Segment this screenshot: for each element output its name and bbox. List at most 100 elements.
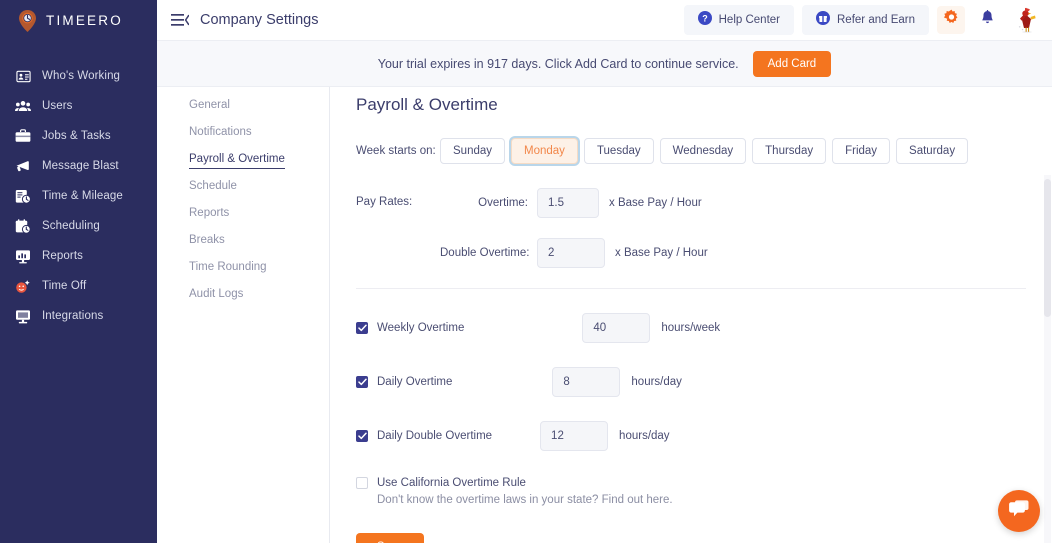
settings-menu-item-notifications[interactable]: Notifications bbox=[157, 119, 329, 146]
add-card-button[interactable]: Add Card bbox=[752, 50, 832, 77]
weekly-overtime-label: Weekly Overtime bbox=[377, 322, 465, 334]
california-overtime-checkbox[interactable] bbox=[356, 477, 368, 489]
brand-name: TIMEERO bbox=[46, 13, 123, 28]
app-root: TIMEERO Who's Working Users Jobs & Tasks… bbox=[0, 0, 1052, 543]
double-overtime-rate-label: Double Overtime: bbox=[440, 247, 530, 259]
trial-banner: Your trial expires in 917 days. Click Ad… bbox=[157, 41, 1052, 87]
daily-overtime-label: Daily Overtime bbox=[377, 376, 453, 388]
day-button-tuesday[interactable]: Tuesday bbox=[583, 138, 654, 164]
weekly-overtime-checkbox[interactable] bbox=[356, 322, 368, 334]
settings-menu-label: Schedule bbox=[189, 180, 237, 192]
california-rule-row: Use California Overtime Rule bbox=[356, 477, 1052, 489]
overtime-rate-label: Overtime: bbox=[478, 197, 528, 209]
chat-widget-button[interactable] bbox=[998, 490, 1040, 532]
daily-double-overtime-checkbox[interactable] bbox=[356, 430, 368, 442]
sidebar-item-jobs-tasks[interactable]: Jobs & Tasks bbox=[0, 121, 157, 151]
california-overtime-note[interactable]: Don't know the overtime laws in your sta… bbox=[377, 494, 1052, 506]
day-button-saturday[interactable]: Saturday bbox=[896, 138, 969, 164]
sidebar-nav: Who's Working Users Jobs & Tasks Message… bbox=[0, 61, 157, 331]
sidebar-item-reports[interactable]: Reports bbox=[0, 241, 157, 271]
time-mileage-icon bbox=[15, 188, 31, 204]
daily-double-overtime-input[interactable] bbox=[540, 421, 609, 451]
header-actions: ? Help Center Refer and Earn bbox=[683, 5, 1042, 35]
settings-submenu: General Notifications Payroll & Overtime… bbox=[157, 87, 330, 543]
weekly-overtime-unit: hours/week bbox=[661, 322, 721, 334]
right-column: Company Settings ? Help Center Refer and… bbox=[157, 0, 1052, 543]
settings-menu-label: General bbox=[189, 99, 230, 111]
sidebar-item-label: Integrations bbox=[42, 310, 104, 322]
settings-menu-item-schedule[interactable]: Schedule bbox=[157, 173, 329, 200]
refer-and-earn-button[interactable]: Refer and Earn bbox=[802, 5, 929, 35]
daily-double-overtime-row: Daily Double Overtime hours/day bbox=[356, 421, 1052, 451]
sidebar-item-label: Reports bbox=[42, 250, 83, 262]
weekly-overtime-row: Weekly Overtime hours/week bbox=[356, 313, 1052, 343]
week-starts-on-label: Week starts on: bbox=[356, 145, 436, 157]
sidebar-item-whos-working[interactable]: Who's Working bbox=[0, 61, 157, 91]
daily-overtime-input[interactable] bbox=[552, 367, 621, 397]
who-is-working-icon bbox=[15, 68, 31, 84]
hamburger-collapse-icon[interactable] bbox=[171, 12, 189, 28]
payroll-overtime-panel: Payroll & Overtime Week starts on: Sunda… bbox=[330, 87, 1052, 543]
calendar-clock-icon bbox=[15, 218, 31, 234]
gear-icon bbox=[943, 9, 960, 31]
pay-rates-row: Pay Rates: Overtime: x Base Pay / Hour D… bbox=[356, 188, 1052, 268]
integrations-icon bbox=[15, 308, 31, 324]
daily-double-overtime-unit: hours/day bbox=[619, 430, 670, 442]
vertical-scrollbar-thumb[interactable] bbox=[1044, 179, 1051, 317]
double-overtime-rate-input[interactable] bbox=[537, 238, 605, 268]
settings-menu-label: Breaks bbox=[189, 234, 225, 246]
top-header: Company Settings ? Help Center Refer and… bbox=[157, 0, 1052, 41]
clock-pin-icon bbox=[18, 9, 37, 32]
users-icon bbox=[15, 98, 31, 114]
bell-icon bbox=[980, 9, 995, 31]
section-title: Payroll & Overtime bbox=[356, 95, 498, 114]
section-divider bbox=[356, 288, 1026, 289]
time-off-icon bbox=[15, 278, 31, 294]
overtime-rate-suffix: x Base Pay / Hour bbox=[609, 197, 702, 209]
sidebar-item-users[interactable]: Users bbox=[0, 91, 157, 121]
settings-gear-button[interactable] bbox=[937, 6, 965, 34]
help-center-label: Help Center bbox=[718, 14, 780, 26]
sidebar-item-label: Who's Working bbox=[42, 70, 121, 82]
help-center-button[interactable]: ? Help Center bbox=[683, 5, 794, 35]
user-avatar[interactable] bbox=[1012, 5, 1042, 35]
overtime-rate-input[interactable] bbox=[537, 188, 599, 218]
day-button-sunday[interactable]: Sunday bbox=[440, 138, 506, 164]
day-button-monday[interactable]: Monday bbox=[511, 138, 578, 164]
settings-menu-label: Reports bbox=[189, 207, 230, 219]
day-button-wednesday[interactable]: Wednesday bbox=[659, 138, 747, 164]
daily-overtime-row: Daily Overtime hours/day bbox=[356, 367, 1052, 397]
notifications-button[interactable] bbox=[973, 6, 1001, 34]
briefcase-icon bbox=[15, 128, 31, 144]
sidebar-item-label: Jobs & Tasks bbox=[42, 130, 111, 142]
pay-rates-label: Pay Rates: bbox=[356, 196, 413, 208]
day-button-friday[interactable]: Friday bbox=[832, 138, 891, 164]
settings-menu-item-general[interactable]: General bbox=[157, 92, 329, 119]
sidebar-item-scheduling[interactable]: Scheduling bbox=[0, 211, 157, 241]
gift-circle-icon bbox=[816, 10, 830, 30]
save-button[interactable]: Save bbox=[356, 533, 424, 543]
settings-menu-item-time-rounding[interactable]: Time Rounding bbox=[157, 254, 329, 281]
overtime-rate-row: Overtime: x Base Pay / Hour bbox=[440, 188, 708, 218]
sidebar-item-integrations[interactable]: Integrations bbox=[0, 301, 157, 331]
week-starts-on-row: Week starts on: Sunday Monday Tuesday We… bbox=[356, 138, 1052, 164]
settings-menu-item-breaks[interactable]: Breaks bbox=[157, 227, 329, 254]
sidebar-item-time-off[interactable]: Time Off bbox=[0, 271, 157, 301]
trial-banner-message: Your trial expires in 917 days. Click Ad… bbox=[377, 56, 739, 71]
week-start-day-group: Sunday Monday Tuesday Wednesday Thursday… bbox=[440, 138, 969, 164]
day-button-thursday[interactable]: Thursday bbox=[752, 138, 827, 164]
california-overtime-label: Use California Overtime Rule bbox=[377, 477, 526, 489]
settings-menu-item-payroll-overtime[interactable]: Payroll & Overtime bbox=[157, 146, 329, 173]
daily-overtime-checkbox[interactable] bbox=[356, 376, 368, 388]
sidebar-item-label: Message Blast bbox=[42, 160, 119, 172]
california-rule-block: Use California Overtime Rule Don't know … bbox=[356, 477, 1052, 506]
sidebar-item-time-mileage[interactable]: Time & Mileage bbox=[0, 181, 157, 211]
sidebar-item-message-blast[interactable]: Message Blast bbox=[0, 151, 157, 181]
settings-menu-label: Payroll & Overtime bbox=[189, 153, 285, 169]
sidebar-item-label: Users bbox=[42, 100, 73, 112]
settings-menu-item-reports[interactable]: Reports bbox=[157, 200, 329, 227]
brand-logo-area[interactable]: TIMEERO bbox=[0, 0, 157, 41]
weekly-overtime-input[interactable] bbox=[582, 313, 651, 343]
settings-menu-label: Notifications bbox=[189, 126, 252, 138]
settings-menu-item-audit-logs[interactable]: Audit Logs bbox=[157, 281, 329, 308]
